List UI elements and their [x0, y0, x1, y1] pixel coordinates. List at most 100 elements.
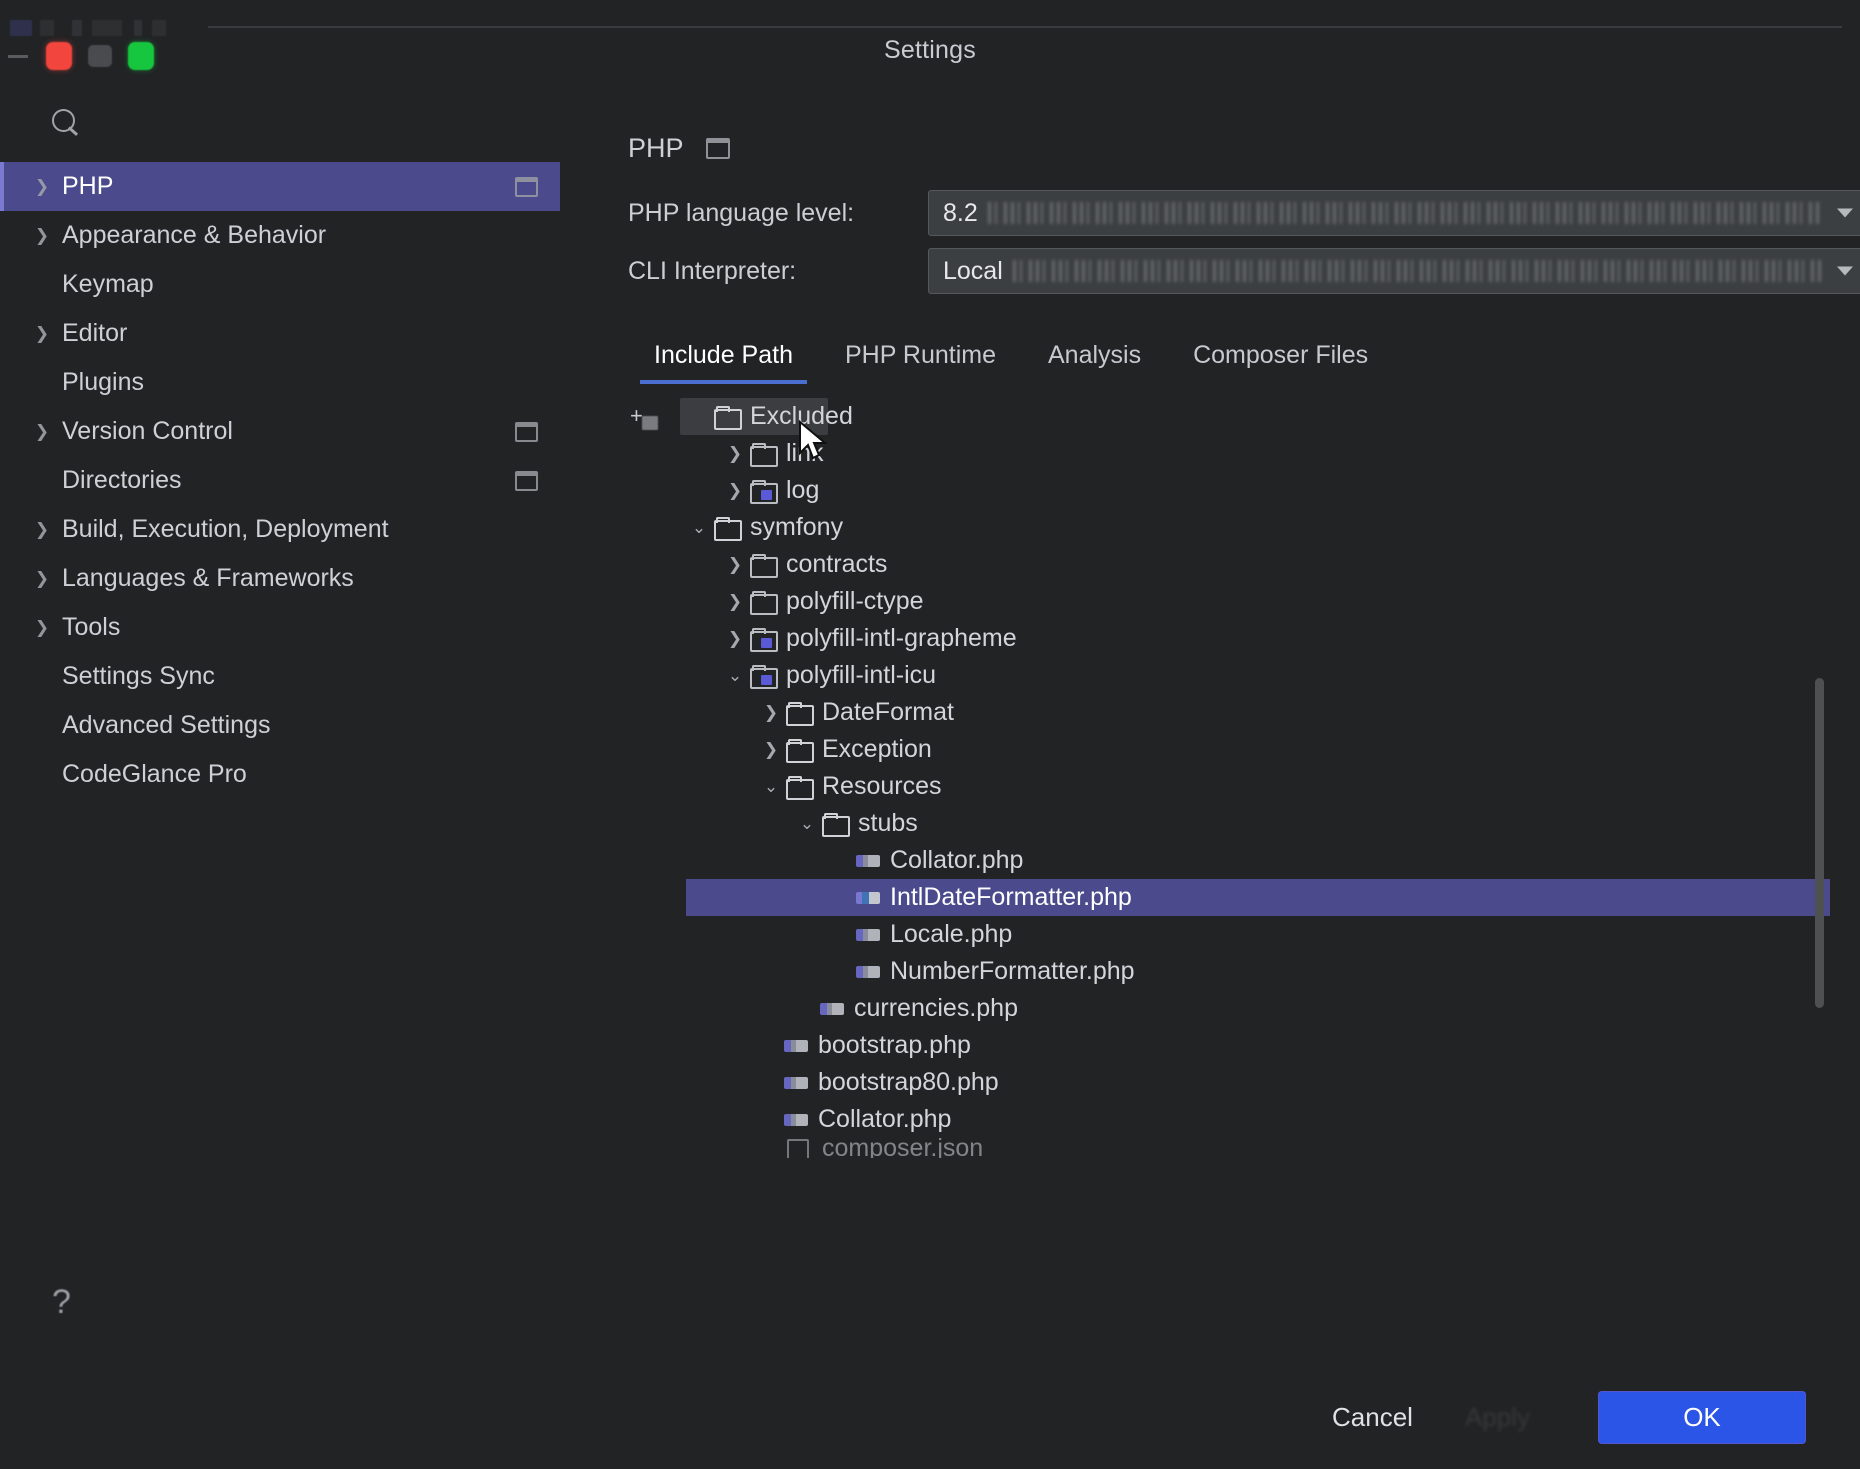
tree-node[interactable]: currencies.php — [686, 990, 1830, 1027]
sidebar-item-php[interactable]: ❯PHP — [0, 162, 560, 211]
sidebar-help: ? — [0, 1285, 560, 1365]
tree-node-label: Excluded — [750, 402, 853, 431]
chevron-right-icon[interactable]: ❯ — [28, 569, 56, 589]
tree-node[interactable]: ❯polyfill-ctype — [686, 583, 1830, 620]
php-language-level-select[interactable]: 8.2 — [928, 190, 1860, 236]
tree-scrollbar[interactable] — [1815, 678, 1824, 1008]
tree-node[interactable]: Excluded — [686, 398, 1830, 435]
sidebar-item-version-control[interactable]: ❯Version Control — [0, 407, 560, 456]
folder-icon — [784, 738, 814, 762]
tree-node[interactable]: IntlDateFormatter.php — [686, 879, 1830, 916]
chevron-down-icon[interactable]: ⌄ — [686, 518, 712, 538]
folder-library-icon — [748, 479, 778, 503]
sidebar-item-build-execution-deployment[interactable]: ❯Build, Execution, Deployment — [0, 505, 560, 554]
library-badge-icon — [761, 675, 772, 685]
tab-composer-files[interactable]: Composer Files — [1167, 341, 1394, 384]
sidebar-item-tools[interactable]: ❯Tools — [0, 603, 560, 652]
tree-node[interactable]: Locale.php — [686, 916, 1830, 953]
sidebar-item-codeglance-pro[interactable]: ❯CodeGlance Pro — [0, 750, 560, 799]
tree-node[interactable]: NumberFormatter.php — [686, 953, 1830, 990]
tree-node[interactable]: bootstrap.php — [686, 1027, 1830, 1064]
tab-php-runtime[interactable]: PHP Runtime — [819, 341, 1022, 384]
tree-node[interactable]: ❯DateFormat — [686, 694, 1830, 731]
chevron-right-icon[interactable]: ❯ — [28, 324, 56, 344]
sidebar-search[interactable] — [0, 86, 560, 158]
chevron-right-icon[interactable]: ❯ — [722, 629, 748, 649]
tree-node-label: Locale.php — [890, 920, 1012, 949]
chevron-right-icon[interactable]: ❯ — [28, 422, 56, 442]
php-language-level-row: PHP language level: 8.2 ? — [568, 184, 1860, 242]
folder-icon — [712, 516, 742, 540]
tree-node[interactable]: ❯polyfill-intl-grapheme — [686, 620, 1830, 657]
apply-button: Apply — [1439, 1392, 1556, 1443]
tree-node[interactable]: bootstrap80.php — [686, 1064, 1830, 1101]
tree-node-label: NumberFormatter.php — [890, 957, 1135, 986]
sidebar-item-label: Keymap — [62, 270, 154, 299]
php-file-icon — [856, 886, 882, 910]
php-file-icon — [784, 1108, 810, 1132]
sidebar-item-plugins[interactable]: ❯Plugins — [0, 358, 560, 407]
tree-node[interactable]: Collator.php — [686, 842, 1830, 879]
sidebar-item-editor[interactable]: ❯ Editor — [0, 309, 560, 358]
sidebar-item-label: Editor — [62, 319, 127, 348]
title-bar: Settings — [0, 0, 1860, 86]
include-path-tree[interactable]: Excluded❯link❯log⌄symfony❯contracts❯poly… — [686, 398, 1830, 1365]
chevron-right-icon[interactable]: ❯ — [28, 618, 56, 638]
tree-node[interactable]: ❯ Exception — [686, 731, 1830, 768]
chevron-right-icon[interactable]: ❯ — [28, 520, 56, 540]
chevron-right-icon[interactable]: ❯ — [758, 740, 784, 760]
tree-node[interactable]: ⌄Resources — [686, 768, 1830, 805]
tree-node-label: log — [786, 476, 819, 505]
chevron-right-icon[interactable]: ❯ — [758, 703, 784, 723]
sidebar-item-settings-sync[interactable]: ❯Settings Sync — [0, 652, 560, 701]
chevron-right-icon[interactable]: ❯ — [722, 481, 748, 501]
chevron-right-icon[interactable]: ❯ — [722, 444, 748, 464]
chevron-right-icon[interactable]: ❯ — [28, 226, 56, 246]
sidebar-item-advanced-settings[interactable]: ❯Advanced Settings — [0, 701, 560, 750]
chevron-down-icon[interactable]: ⌄ — [758, 777, 784, 797]
tree-node-label: contracts — [786, 550, 887, 579]
chevron-right-icon[interactable]: ❯ — [28, 177, 56, 197]
chevron-down-icon[interactable] — [1837, 209, 1853, 218]
ok-button[interactable]: OK — [1598, 1391, 1806, 1444]
chevron-down-icon[interactable]: ⌄ — [794, 814, 820, 834]
settings-dialog: Settings ❯PHP❯Appearance & Behavior❯Keym… — [0, 0, 1860, 1469]
chevron-right-icon[interactable]: ❯ — [722, 555, 748, 575]
php-file-icon — [856, 849, 882, 873]
tree-node[interactable]: ❯ contracts — [686, 546, 1830, 583]
tab-include-path[interactable]: Include Path — [628, 341, 819, 384]
tree-node[interactable]: ⌄stubs — [686, 805, 1830, 842]
tree-node[interactable]: ❯link — [686, 435, 1830, 472]
php-file-icon — [856, 923, 882, 947]
sidebar-item-keymap[interactable]: ❯Keymap — [0, 260, 560, 309]
sidebar-item-appearance-behavior[interactable]: ❯Appearance & Behavior — [0, 211, 560, 260]
tree-node-label: Exception — [822, 735, 932, 764]
add-include-path-button[interactable]: + — [628, 406, 666, 438]
tree-node[interactable]: Collator.php — [686, 1101, 1830, 1138]
sidebar-item-directories[interactable]: ❯Directories — [0, 456, 560, 505]
php-settings-tabs: Include PathPHP RuntimeAnalysisComposer … — [568, 326, 1860, 384]
cancel-button[interactable]: Cancel — [1306, 1392, 1439, 1443]
sidebar-item-list: ❯PHP❯Appearance & Behavior❯Keymap❯Editor… — [0, 158, 560, 799]
cli-interpreter-select[interactable]: Local — [928, 248, 1860, 294]
help-icon[interactable]: ? — [52, 1285, 71, 1319]
tree-node-label: bootstrap.php — [818, 1031, 971, 1060]
folder-library-icon — [748, 664, 778, 688]
chevron-down-icon[interactable] — [1837, 267, 1853, 276]
chevron-down-icon[interactable]: ⌄ — [722, 666, 748, 686]
tree-node[interactable]: composer.json — [686, 1138, 1830, 1158]
tree-node[interactable]: ⌄symfony — [686, 509, 1830, 546]
tree-node[interactable]: ⌄polyfill-intl-icu — [686, 657, 1830, 694]
sidebar-item-label: Settings Sync — [62, 662, 215, 691]
tree-node-label: Collator.php — [818, 1105, 951, 1134]
chevron-right-icon[interactable]: ❯ — [722, 592, 748, 612]
tree-node[interactable]: ❯ log — [686, 472, 1830, 509]
tab-analysis[interactable]: Analysis — [1022, 341, 1167, 384]
sidebar-item-label: CodeGlance Pro — [62, 760, 247, 789]
dialog-footer: Cancel Apply OK — [0, 1365, 1860, 1469]
folder-icon — [784, 701, 814, 725]
project-scope-icon[interactable] — [706, 138, 730, 159]
cli-interpreter-label: CLI Interpreter: — [628, 257, 928, 286]
sidebar-item-languages-frameworks[interactable]: ❯Languages & Frameworks — [0, 554, 560, 603]
search-icon[interactable] — [50, 107, 80, 137]
